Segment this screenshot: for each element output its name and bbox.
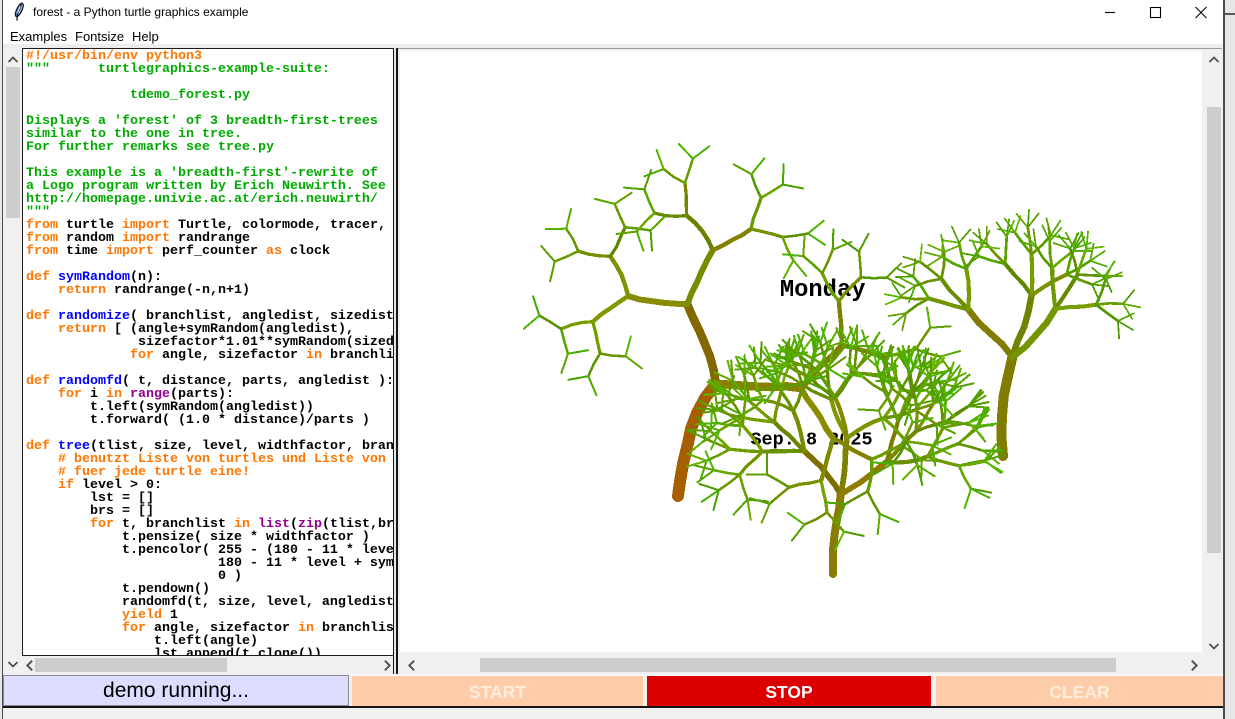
svg-text:Monday: Monday	[780, 277, 866, 304]
